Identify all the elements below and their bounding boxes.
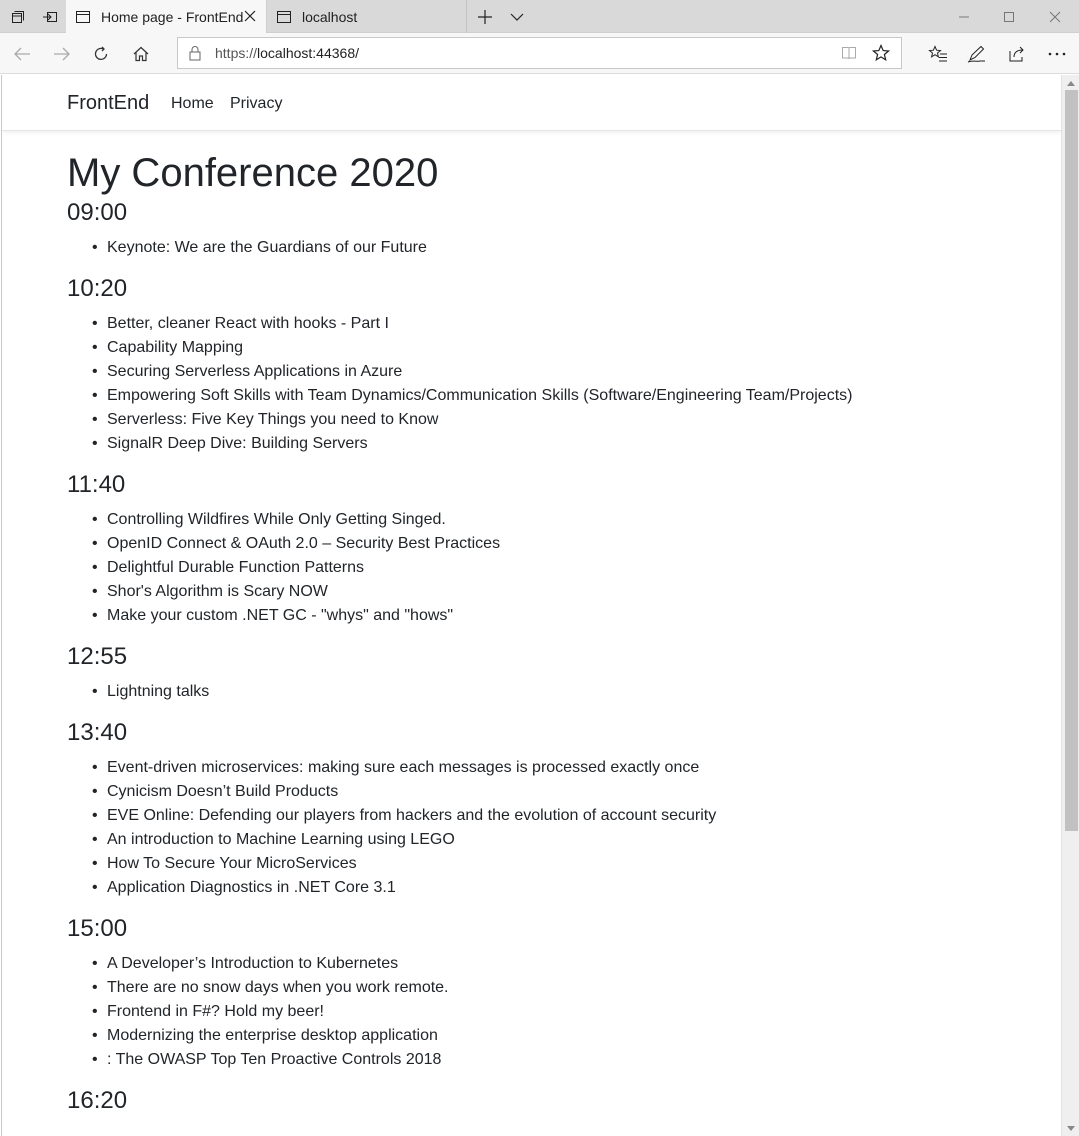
address-bar[interactable]: https://localhost:44368/ — [177, 37, 902, 69]
session-item: Shor's Algorithm is Scary NOW — [92, 580, 1047, 604]
plus-icon[interactable] — [472, 0, 498, 33]
main-content: My Conference 2020 09:00 Keynote: We are … — [67, 149, 1047, 1116]
maximize-icon[interactable] — [986, 0, 1032, 33]
page-icon — [276, 9, 292, 25]
browser-tab-bar: Home page - FrontEnd localhost — [0, 0, 1079, 33]
refresh-icon[interactable] — [81, 33, 121, 74]
lock-icon[interactable] — [188, 45, 202, 66]
session-item: Serverless: Five Key Things you need to … — [92, 408, 1047, 432]
time-slot-heading: 16:20 — [67, 1087, 128, 1114]
site-navbar: FrontEnd Home Privacy — [2, 75, 1061, 131]
favorites-hub-icon[interactable] — [918, 33, 958, 74]
session-item: There are no snow days when you work rem… — [92, 976, 1047, 1000]
chevron-down-icon[interactable] — [504, 0, 530, 33]
session-item: Lightning talks — [92, 680, 1047, 704]
time-slot-heading: 15:00 — [67, 915, 128, 942]
site-brand[interactable]: FrontEnd — [67, 92, 149, 115]
session-list: A Developer’s Introduction to Kubernetes… — [67, 952, 1047, 1072]
pen-icon[interactable] — [957, 33, 997, 74]
session-item: Securing Serverless Applications in Azur… — [92, 360, 1047, 384]
tab-localhost[interactable]: localhost — [268, 0, 467, 33]
minimize-icon[interactable] — [941, 0, 987, 33]
time-slot-heading: 13:40 — [67, 719, 128, 746]
tab-manager-icon[interactable] — [4, 0, 32, 33]
page-viewport: FrontEnd Home Privacy My Conference 2020… — [1, 75, 1061, 1136]
page-title: My Conference 2020 — [67, 151, 439, 195]
session-item: An introduction to Machine Learning usin… — [92, 828, 1047, 852]
more-icon[interactable] — [1037, 33, 1077, 74]
time-slot-heading: 12:55 — [67, 643, 128, 670]
session-item: OpenID Connect & OAuth 2.0 – Security Be… — [92, 532, 1047, 556]
session-item: Better, cleaner React with hooks - Part … — [92, 312, 1047, 336]
session-item: Delightful Durable Function Patterns — [92, 556, 1047, 580]
time-slot-heading: 11:40 — [67, 471, 126, 498]
session-item: : The OWASP Top Ten Proactive Controls 2… — [92, 1048, 1047, 1072]
close-icon[interactable] — [1032, 0, 1078, 33]
back-arrow-icon[interactable] — [2, 33, 42, 74]
scroll-down-icon[interactable] — [1062, 1120, 1079, 1136]
browser-toolbar: https://localhost:44368/ — [0, 33, 1079, 74]
session-item: Empowering Soft Skills with Team Dynamic… — [92, 384, 1047, 408]
page-icon — [75, 9, 91, 25]
session-item: Controlling Wildfires While Only Getting… — [92, 508, 1047, 532]
session-item: A Developer’s Introduction to Kubernetes — [92, 952, 1047, 976]
tab-title: Home page - FrontEnd — [101, 8, 244, 25]
reading-view-icon[interactable] — [833, 38, 865, 68]
session-list: Better, cleaner React with hooks - Part … — [67, 312, 1047, 456]
session-item: SignalR Deep Dive: Building Servers — [92, 432, 1047, 456]
tab-title: localhost — [302, 8, 358, 25]
page-scrollbar[interactable] — [1061, 75, 1079, 1136]
nav-link-privacy[interactable]: Privacy — [230, 95, 282, 113]
schedule: 09:00 Keynote: We are the Guardians of ou… — [67, 198, 1047, 1116]
session-item: How To Secure Your MicroServices — [92, 852, 1047, 876]
home-icon[interactable] — [121, 33, 161, 74]
share-icon[interactable] — [997, 33, 1037, 74]
forward-arrow-icon[interactable] — [42, 33, 82, 74]
scroll-up-icon[interactable] — [1062, 75, 1079, 91]
session-list: Keynote: We are the Guardians of our Fut… — [67, 236, 1047, 260]
close-tab-icon[interactable] — [242, 8, 258, 24]
url-scheme: https:// — [215, 45, 258, 61]
session-item: Keynote: We are the Guardians of our Fut… — [92, 236, 1047, 260]
session-list: Lightning talks — [67, 680, 1047, 704]
star-icon[interactable] — [865, 38, 897, 68]
session-item: Capability Mapping — [92, 336, 1047, 360]
tab-home-page[interactable]: Home page - FrontEnd — [66, 0, 267, 33]
session-item: Frontend in F#? Hold my beer! — [92, 1000, 1047, 1024]
time-slot-heading: 10:20 — [67, 275, 128, 302]
session-item: Event-driven microservices: making sure … — [92, 756, 1047, 780]
nav-link-home[interactable]: Home — [171, 95, 214, 113]
session-list: Event-driven microservices: making sure … — [67, 756, 1047, 900]
session-item: Modernizing the enterprise desktop appli… — [92, 1024, 1047, 1048]
url-text[interactable]: https://localhost:44368/ — [215, 45, 359, 61]
url-host: localhost:44368/ — [257, 45, 359, 61]
time-slot-heading: 09:00 — [67, 199, 128, 226]
session-item: Application Diagnostics in .NET Core 3.1 — [92, 876, 1047, 900]
scrollbar-thumb[interactable] — [1065, 90, 1078, 831]
session-item: Make your custom .NET GC - "whys" and "h… — [92, 604, 1047, 628]
session-item: EVE Online: Defending our players from h… — [92, 804, 1047, 828]
session-item: Cynicism Doesn’t Build Products — [92, 780, 1047, 804]
session-list: Controlling Wildfires While Only Getting… — [67, 508, 1047, 628]
set-aside-tabs-icon[interactable] — [36, 0, 64, 33]
